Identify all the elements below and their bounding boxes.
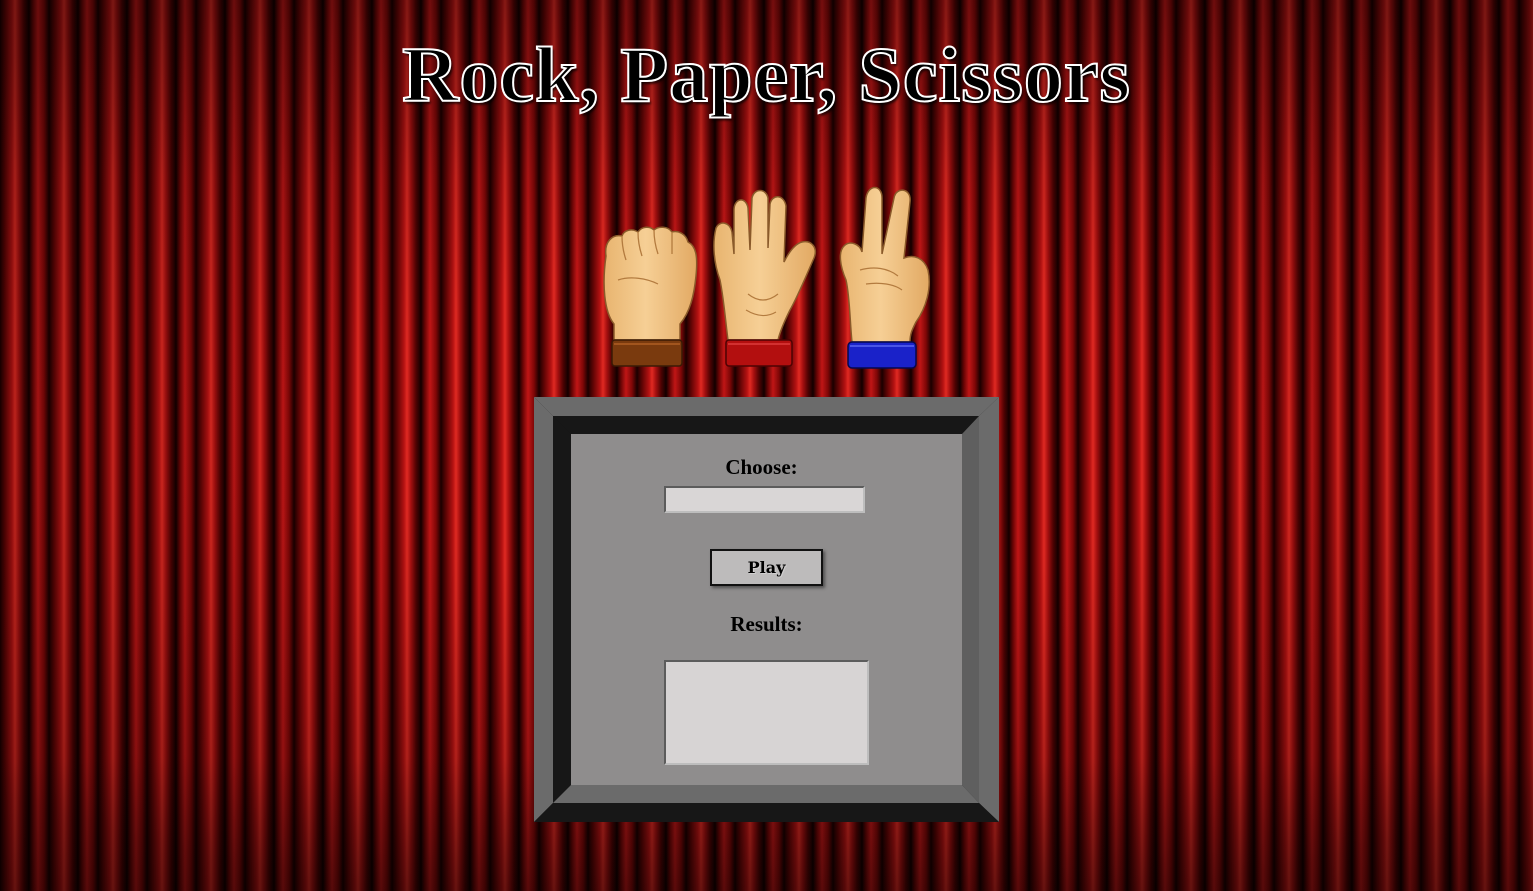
hands-illustration bbox=[598, 184, 938, 374]
play-button[interactable]: Play bbox=[710, 549, 823, 586]
paper-hand-icon bbox=[713, 189, 816, 367]
hands-svg bbox=[603, 186, 930, 369]
choose-label: Choose: bbox=[725, 455, 798, 479]
results-label: Results: bbox=[730, 612, 803, 636]
game-panel: Choose: Play Results: bbox=[571, 434, 962, 785]
choice-input[interactable] bbox=[664, 486, 865, 513]
results-output bbox=[664, 660, 869, 765]
page-title: Rock, Paper, Scissors bbox=[401, 30, 1131, 119]
rock-hand-icon bbox=[603, 226, 698, 367]
scissors-hand-icon bbox=[839, 186, 930, 369]
